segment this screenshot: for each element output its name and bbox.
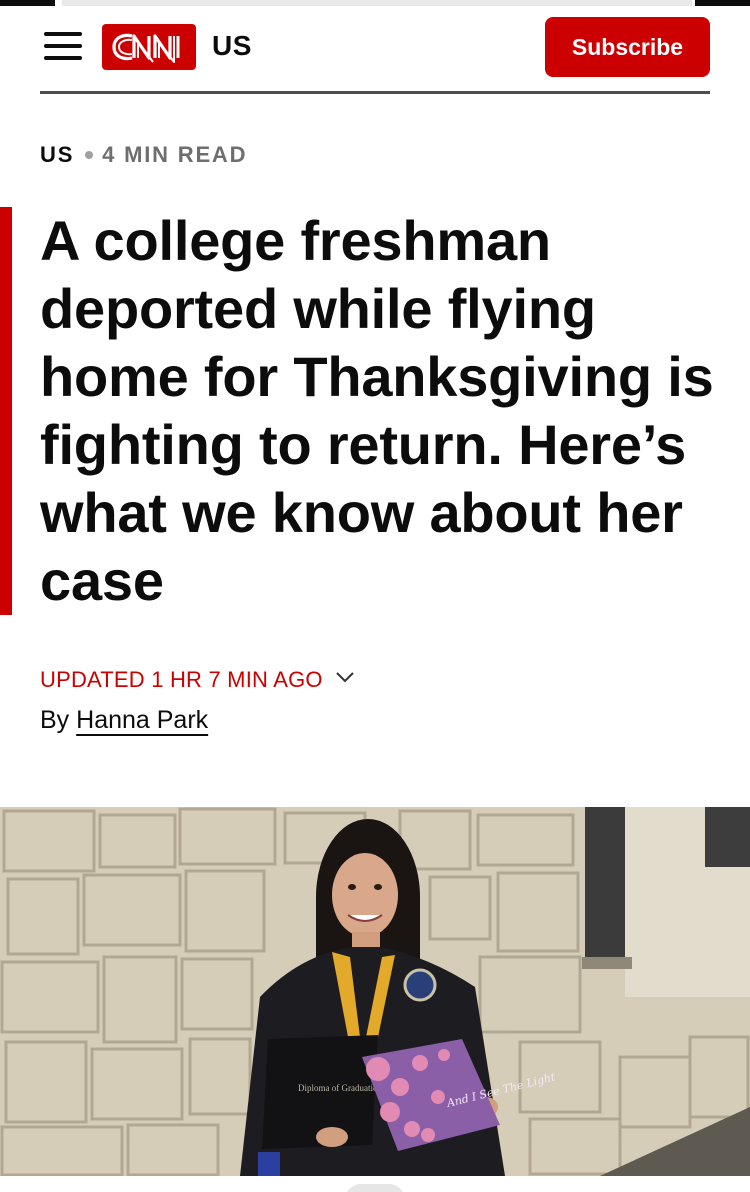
- hamburger-menu-icon[interactable]: [44, 32, 82, 60]
- edition-label[interactable]: US: [212, 30, 252, 62]
- section-link[interactable]: US: [40, 142, 74, 168]
- byline: By Hanna Park: [40, 706, 208, 735]
- cnn-logo[interactable]: [102, 24, 196, 70]
- subscribe-button[interactable]: Subscribe: [545, 17, 710, 77]
- browser-top-strip: [0, 0, 750, 6]
- top-strip-right-block: [695, 0, 750, 6]
- updated-timestamp[interactable]: UPDATED 1 HR 7 MIN AGO: [40, 667, 355, 693]
- byline-prefix: By: [40, 706, 70, 734]
- header-divider: [40, 91, 710, 94]
- read-time: 4 MIN READ: [102, 142, 248, 167]
- scroll-indicator: [345, 1184, 405, 1192]
- site-header: US Subscribe: [40, 14, 710, 94]
- cnn-logo-icon: [112, 33, 180, 63]
- updated-text: UPDATED 1 HR 7 MIN AGO: [40, 667, 323, 692]
- top-strip-banner: [62, 0, 692, 6]
- hero-image[interactable]: Diploma of Graduation And I See The Ligh…: [0, 807, 750, 1176]
- diploma-text: Diploma of Graduation: [298, 1083, 382, 1093]
- article-kicker: US 4 MIN READ: [40, 142, 247, 168]
- headline-accent-bar: [0, 207, 12, 615]
- hamburger-line: [44, 56, 82, 60]
- hero-photo: Diploma of Graduation And I See The Ligh…: [0, 807, 750, 1176]
- kicker-separator-dot: [85, 151, 94, 159]
- article-headline: A college freshman deported while flying…: [40, 209, 714, 612]
- top-strip-left-block: [0, 0, 55, 6]
- hamburger-line: [44, 32, 82, 36]
- author-link[interactable]: Hanna Park: [76, 706, 208, 734]
- hamburger-line: [44, 44, 82, 48]
- chevron-down-icon: [336, 672, 354, 683]
